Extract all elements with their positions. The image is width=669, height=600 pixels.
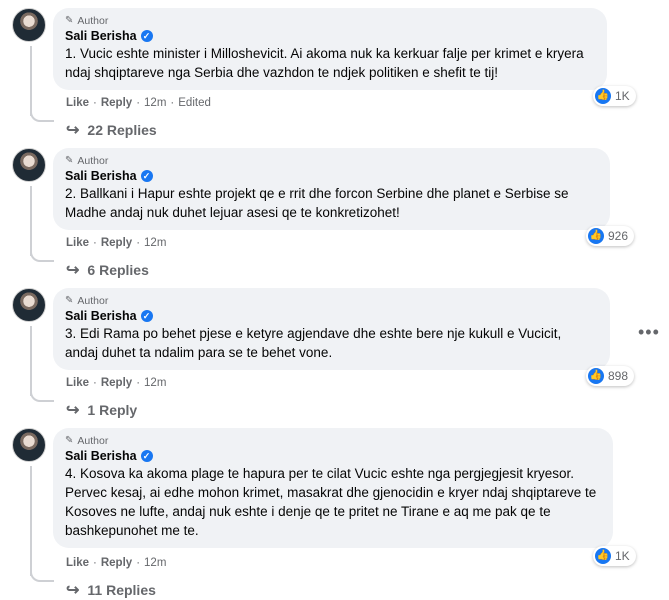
view-replies-button[interactable]: ↪ 6 Replies [66,260,149,280]
reply-button[interactable]: Reply [101,377,132,389]
reaction-count-label: 1K [615,549,630,563]
thread-curve [30,108,54,122]
verified-icon: ✓ [140,30,153,42]
reply-arrow-icon: ↪ [66,582,80,599]
reaction-count-label: 898 [608,369,629,383]
author-badge-label: Author [77,294,109,307]
view-replies-button[interactable]: ↪ 22 Replies [66,120,157,140]
comment-thread: ✎ Author Sali Berisha ✓ 1. Vucic eshte m… [0,0,669,140]
thumbs-up-icon: 👍 [588,228,604,244]
thread-curve [30,388,54,402]
comment-bubble: ✎ Author Sali Berisha ✓ 4. Kosova ka ako… [53,428,613,548]
author-badge-label: Author [77,154,109,167]
verified-icon: ✓ [140,450,153,462]
comment-text: 4. Kosova ka akoma plage te hapura per t… [65,466,597,538]
separator: · [136,97,141,109]
author-badge-label: Author [77,434,109,447]
comment-thread: ✎ Author Sali Berisha ✓ 4. Kosova ka ako… [0,420,669,600]
reply-button[interactable]: Reply [101,237,132,249]
comment-text: 2. Ballkani i Hapur eshte projekt qe e r… [65,186,569,220]
separator: · [136,237,141,249]
thread-curve [30,568,54,582]
author-name[interactable]: Sali Berisha ✓ [65,29,595,43]
comment-thread: ✎ Author Sali Berisha ✓ 3. Edi Rama po b… [0,280,669,420]
avatar[interactable] [12,428,46,462]
reaction-count[interactable]: 👍 926 [586,226,635,246]
author-name-label: Sali Berisha [65,449,137,463]
timestamp[interactable]: 12m [144,97,166,109]
like-button[interactable]: Like [66,557,89,569]
reaction-count[interactable]: 👍 898 [586,366,635,386]
avatar[interactable] [12,8,46,42]
timestamp[interactable]: 12m [144,237,166,249]
thumbs-up-icon: 👍 [595,548,611,564]
verified-icon: ✓ [140,170,153,182]
comment-bubble: ✎ Author Sali Berisha ✓ 3. Edi Rama po b… [53,288,610,370]
author-badge: ✎ Author [65,294,598,307]
timestamp[interactable]: 12m [144,377,166,389]
reply-arrow-icon: ↪ [66,262,80,279]
replies-label: 22 Replies [87,122,157,138]
view-replies-button[interactable]: ↪ 11 Replies [66,580,156,600]
author-name[interactable]: Sali Berisha ✓ [65,169,598,183]
reply-arrow-icon: ↪ [66,122,80,139]
author-name[interactable]: Sali Berisha ✓ [65,309,598,323]
reaction-count[interactable]: 👍 1K [593,546,636,566]
replies-label: 6 Replies [87,262,149,278]
separator: · [170,97,175,109]
author-name[interactable]: Sali Berisha ✓ [65,449,601,463]
thread-curve [30,248,54,262]
like-button[interactable]: Like [66,237,89,249]
avatar[interactable] [12,148,46,182]
timestamp[interactable]: 12m [144,557,166,569]
reaction-count[interactable]: 👍 1K [593,86,636,106]
thread-line [30,186,32,256]
reply-button[interactable]: Reply [101,557,132,569]
reaction-count-label: 926 [608,229,629,243]
avatar[interactable] [12,288,46,322]
thread-line [30,326,32,396]
author-name-label: Sali Berisha [65,29,137,43]
comment-actions: Like · Reply · 12m [66,377,166,389]
verified-icon: ✓ [140,310,153,322]
replies-label: 11 Replies [87,582,156,598]
author-badge: ✎ Author [65,434,601,447]
comment-actions: Like · Reply · 12m · Edited [66,97,211,109]
replies-label: 1 Reply [87,402,138,418]
author-badge: ✎ Author [65,154,598,167]
comment-thread: ✎ Author Sali Berisha ✓ 2. Ballkani i Ha… [0,140,669,280]
pen-icon: ✎ [65,435,74,446]
thumbs-up-icon: 👍 [588,368,604,384]
separator: · [136,557,141,569]
author-name-label: Sali Berisha [65,309,137,323]
separator: · [93,557,97,569]
pen-icon: ✎ [65,295,74,306]
separator: · [93,377,97,389]
thumbs-up-icon: 👍 [595,88,611,104]
separator: · [93,97,97,109]
author-badge-label: Author [77,14,109,27]
author-badge: ✎ Author [65,14,595,27]
author-name-label: Sali Berisha [65,169,137,183]
comment-text: 1. Vucic eshte minister i Millosheviсit.… [65,46,584,80]
pen-icon: ✎ [65,15,74,26]
separator: · [93,237,97,249]
comment-bubble: ✎ Author Sali Berisha ✓ 1. Vucic eshte m… [53,8,607,90]
reply-arrow-icon: ↪ [66,402,80,419]
reaction-count-label: 1K [615,89,630,103]
view-replies-button[interactable]: ↪ 1 Reply [66,400,137,420]
more-horizontal-icon[interactable]: ••• [638,322,660,343]
like-button[interactable]: Like [66,97,89,109]
thread-line [30,466,32,576]
comment-actions: Like · Reply · 12m [66,557,166,569]
edited-label: Edited [178,97,211,109]
reply-button[interactable]: Reply [101,97,132,109]
comment-actions: Like · Reply · 12m [66,237,166,249]
comment-bubble: ✎ Author Sali Berisha ✓ 2. Ballkani i Ha… [53,148,610,230]
comment-text: 3. Edi Rama po behet pjese e ketyre agje… [65,326,562,360]
like-button[interactable]: Like [66,377,89,389]
separator: · [136,377,141,389]
pen-icon: ✎ [65,155,74,166]
thread-line [30,46,32,116]
